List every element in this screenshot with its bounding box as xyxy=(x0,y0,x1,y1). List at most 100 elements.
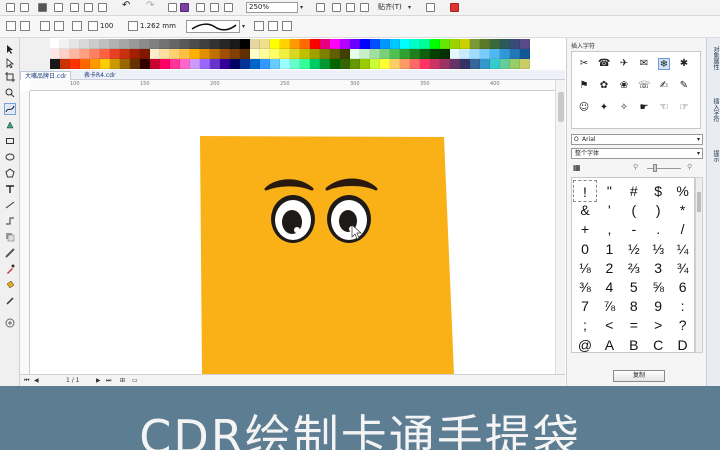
symbol-preview-glyph[interactable]: ☏ xyxy=(638,80,651,92)
color-swatch[interactable] xyxy=(390,49,400,59)
export-icon[interactable] xyxy=(196,3,205,12)
color-swatch[interactable] xyxy=(510,49,520,59)
color-swatch[interactable] xyxy=(350,49,360,59)
color-swatch[interactable] xyxy=(60,39,70,49)
color-swatch[interactable] xyxy=(320,49,330,59)
color-swatch[interactable] xyxy=(300,59,310,69)
color-swatch[interactable] xyxy=(390,59,400,69)
symbol-preview-glyph[interactable]: ❀ xyxy=(618,80,630,92)
color-swatch[interactable] xyxy=(210,39,220,49)
zoom-level-field[interactable]: 250% xyxy=(246,2,298,13)
color-swatch[interactable] xyxy=(500,39,510,49)
symbol-preview-glyph[interactable]: ✧ xyxy=(618,102,630,114)
color-swatch[interactable] xyxy=(250,49,260,59)
symbol-preview-glyph[interactable]: ☎ xyxy=(598,58,610,70)
color-swatch[interactable] xyxy=(450,49,460,59)
undo-icon[interactable]: ↶ xyxy=(122,1,130,11)
color-swatch[interactable] xyxy=(480,59,490,69)
mirror-horizontal-icon[interactable] xyxy=(6,21,16,31)
color-swatch[interactable] xyxy=(170,39,180,49)
color-swatch[interactable] xyxy=(120,39,130,49)
zoom-dropdown-icon[interactable]: ▾ xyxy=(300,2,306,13)
color-swatch[interactable] xyxy=(180,39,190,49)
stroke-style-picker[interactable] xyxy=(186,20,240,33)
color-swatch[interactable] xyxy=(470,39,480,49)
color-swatch[interactable] xyxy=(300,49,310,59)
color-swatch[interactable] xyxy=(80,49,90,59)
color-swatch[interactable] xyxy=(310,49,320,59)
color-swatch[interactable] xyxy=(430,49,440,59)
color-swatch[interactable] xyxy=(350,39,360,49)
align-icon[interactable] xyxy=(54,21,64,31)
color-swatch[interactable] xyxy=(230,49,240,59)
color-swatch[interactable] xyxy=(410,59,420,69)
copy-icon[interactable] xyxy=(84,3,93,12)
color-swatch[interactable] xyxy=(420,49,430,59)
color-swatch[interactable] xyxy=(480,49,490,59)
color-swatch[interactable] xyxy=(130,39,140,49)
color-swatch[interactable] xyxy=(140,59,150,69)
show-rulers-icon[interactable] xyxy=(332,3,341,12)
connector-tool-icon[interactable] xyxy=(5,216,15,226)
application-launcher-icon[interactable] xyxy=(224,3,233,12)
color-swatch[interactable] xyxy=(340,59,350,69)
color-swatch[interactable] xyxy=(450,39,460,49)
side-tab-insert-character[interactable]: 插入字符 xyxy=(709,98,719,122)
color-swatch[interactable] xyxy=(430,39,440,49)
last-page-icon[interactable]: ⏭ xyxy=(106,377,111,385)
color-swatch[interactable] xyxy=(100,59,110,69)
vertical-scrollbar[interactable] xyxy=(555,80,565,374)
group-icon[interactable] xyxy=(72,21,82,31)
color-swatch[interactable] xyxy=(290,39,300,49)
vertical-ruler[interactable] xyxy=(20,91,30,374)
color-swatch[interactable] xyxy=(200,59,210,69)
color-swatch[interactable] xyxy=(100,39,110,49)
color-swatch[interactable] xyxy=(390,39,400,49)
grid-view-icon[interactable]: ▦ xyxy=(573,163,581,172)
symbol-preview-glyph[interactable]: ☞ xyxy=(678,102,690,114)
options-icon[interactable] xyxy=(426,3,435,12)
add-tool-icon[interactable] xyxy=(5,318,15,328)
color-swatch[interactable] xyxy=(270,59,280,69)
color-swatch[interactable] xyxy=(110,39,120,49)
color-swatch[interactable] xyxy=(120,59,130,69)
color-swatch[interactable] xyxy=(330,59,340,69)
color-palette[interactable] xyxy=(50,38,550,70)
zoom-tool-icon[interactable] xyxy=(5,88,15,98)
character-subset-select[interactable]: 整个字体 ▾ xyxy=(571,148,703,159)
color-swatch[interactable] xyxy=(160,59,170,69)
cut-icon[interactable] xyxy=(70,3,79,12)
open-file-icon[interactable] xyxy=(20,3,29,12)
page-tab-icon[interactable]: ▭ xyxy=(132,377,138,385)
color-swatch[interactable] xyxy=(420,39,430,49)
new-document-icon[interactable] xyxy=(6,3,15,12)
symbol-preview-glyph[interactable]: ✍ xyxy=(658,80,670,92)
first-page-icon[interactable]: ⏮ xyxy=(24,377,29,385)
color-swatch[interactable] xyxy=(210,59,220,69)
color-swatch[interactable] xyxy=(410,39,420,49)
color-swatch[interactable] xyxy=(500,59,510,69)
color-swatch[interactable] xyxy=(330,39,340,49)
color-swatch[interactable] xyxy=(90,59,100,69)
symbol-preview-glyph[interactable]: ☜ xyxy=(658,102,670,114)
character-cell[interactable]: @ xyxy=(573,334,597,356)
color-swatch[interactable] xyxy=(420,59,430,69)
color-swatch[interactable] xyxy=(400,39,410,49)
color-swatch[interactable] xyxy=(60,59,70,69)
color-swatch[interactable] xyxy=(320,39,330,49)
color-swatch[interactable] xyxy=(120,49,130,59)
color-swatch[interactable] xyxy=(70,49,80,59)
document-tab-1[interactable]: 大嘴品牌日.cdr xyxy=(20,71,72,80)
horizontal-ruler[interactable]: 100 150 200 250 300 350 400 xyxy=(30,80,565,91)
color-swatch[interactable] xyxy=(250,59,260,69)
character-grid-scrollbar[interactable] xyxy=(695,177,703,353)
color-swatch[interactable] xyxy=(430,59,440,69)
color-swatch[interactable] xyxy=(90,49,100,59)
color-swatch[interactable] xyxy=(360,49,370,59)
color-swatch[interactable] xyxy=(400,49,410,59)
color-swatch[interactable] xyxy=(360,59,370,69)
symbol-preview-area[interactable]: ✂ ☎ ✈ ✉ ❄ ✱ ⚑ ✿ ❀ ☏ ✍ ✎ ☺ ✦ ✧ ☛ ☜ ☞ xyxy=(571,51,701,129)
color-swatch[interactable] xyxy=(460,59,470,69)
pick-tool-icon[interactable] xyxy=(5,44,15,54)
color-swatch[interactable] xyxy=(440,39,450,49)
